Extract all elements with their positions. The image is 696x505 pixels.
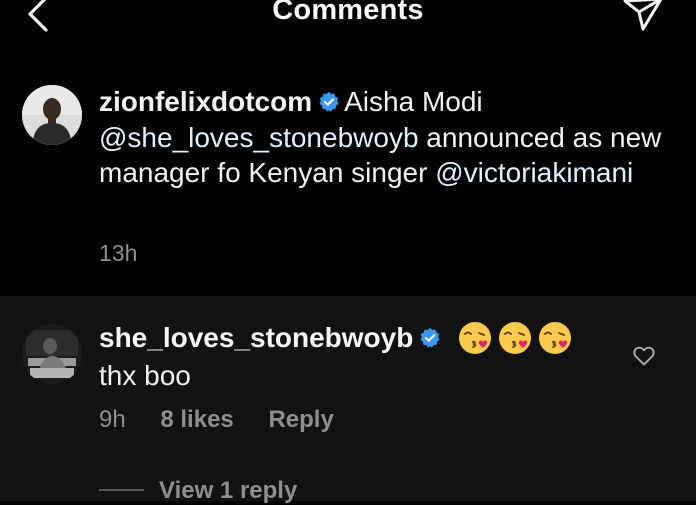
kissing-heart-emoji-icon [539, 322, 572, 354]
heart-icon [633, 346, 655, 366]
avatar-she-loves-stonebwoyb[interactable] [22, 324, 82, 384]
verified-badge-icon [420, 327, 440, 348]
comment-username[interactable]: she_loves_stonebwoyb [99, 322, 413, 353]
caption-text-part1: Aisha Modi [344, 86, 483, 117]
user-photo [22, 85, 82, 145]
header-bar: Comments [0, 0, 696, 50]
comment-timestamp: 9h [99, 406, 126, 433]
comment-meta: 9h 8 likes Reply [99, 406, 362, 434]
caption-username[interactable]: zionfelixdotcom [99, 86, 312, 117]
view-replies-row[interactable]: View 1 reply [99, 464, 499, 504]
page-title: Comments [272, 0, 424, 26]
share-button[interactable] [620, 0, 666, 36]
post-caption: zionfelixdotcom Aisha Modi @she_loves_sto… [0, 50, 696, 296]
caption-timestamp: 13h [99, 240, 138, 266]
comment-text: thx boo [99, 360, 191, 391]
likes-count-link[interactable]: 8 likes [160, 406, 233, 433]
caption-mention-link-2[interactable]: @victoriakimani [435, 157, 633, 188]
kissing-heart-emoji-icon [499, 322, 532, 354]
verified-badge-icon [319, 91, 339, 112]
caption-text: zionfelixdotcom Aisha Modi @she_loves_sto… [99, 84, 669, 191]
comment-item: she_loves_stonebwoyb thx boo 9h 8 likes … [0, 296, 696, 464]
like-comment-button[interactable] [632, 344, 656, 368]
kissing-heart-emoji-icon [459, 322, 492, 354]
replies-divider [99, 489, 144, 491]
user-photo [22, 324, 82, 384]
caption-mention-link[interactable]: @she_loves_stonebwoyb [99, 122, 419, 153]
avatar-zionfelixdotcom[interactable] [22, 85, 82, 145]
comment-header: she_loves_stonebwoyb [99, 320, 573, 356]
paper-plane-icon [623, 0, 663, 31]
reply-button[interactable]: Reply [268, 406, 333, 433]
